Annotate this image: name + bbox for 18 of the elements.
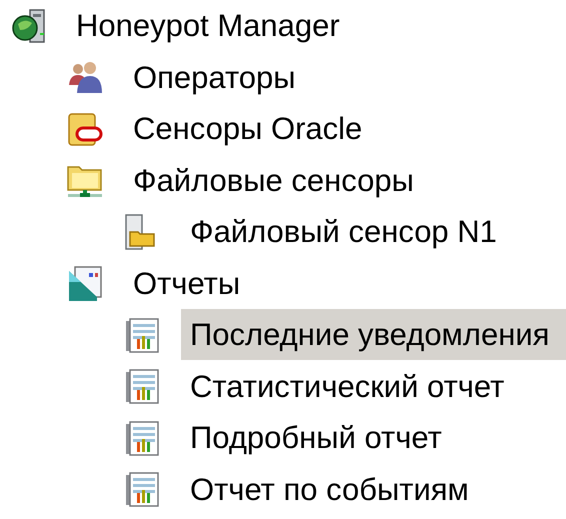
tree-item[interactable]: Файловые сенсоры	[124, 154, 566, 206]
server-globe-icon	[10, 8, 46, 44]
folder-link-icon	[67, 110, 103, 147]
tree-item[interactable]: Отчеты	[124, 258, 566, 309]
tree-item[interactable]: Сенсоры Oracle	[124, 103, 566, 154]
report-icon	[124, 471, 160, 508]
tree-item[interactable]: Последние уведомления	[181, 309, 566, 360]
report-icon	[124, 368, 160, 404]
tree-item[interactable]: Статистический отчет	[181, 360, 566, 412]
tree-item[interactable]: Подробный отчет	[181, 412, 566, 464]
tree-item[interactable]: Отчет по событиям	[181, 464, 566, 515]
users-icon	[67, 59, 103, 96]
report-icon	[124, 420, 160, 456]
report-icon	[124, 316, 160, 353]
tree-item[interactable]: Honeypot Manager	[67, 0, 566, 52]
tree-item[interactable]: Операторы	[124, 52, 566, 103]
report-chart-icon	[67, 265, 103, 302]
tree-item[interactable]: Файловый сенсор N1	[181, 206, 566, 258]
